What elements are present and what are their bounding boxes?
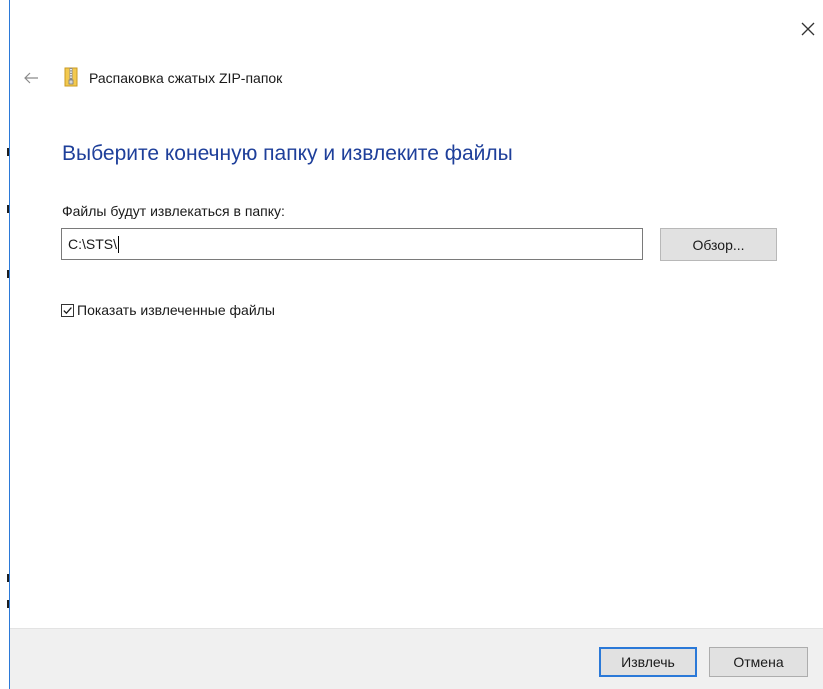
main-instruction: Выберите конечную папку и извлеките файл… [62,142,513,165]
close-icon [801,22,815,36]
back-button[interactable] [22,70,42,86]
dialog-footer [10,628,823,689]
extract-zip-dialog: Распаковка сжатых ZIP-папок Выберите кон… [0,0,823,689]
extract-button[interactable]: Извлечь [599,647,697,677]
close-button[interactable] [796,17,820,41]
cancel-button[interactable]: Отмена [709,647,808,677]
window-left-edge [9,0,10,689]
text-caret [118,235,120,253]
destination-label: Файлы будут извлекаться в папку: [62,203,285,219]
zip-folder-icon [64,67,78,87]
destination-path-input[interactable]: C:\STS\ [61,228,643,260]
show-extracted-files-checkbox[interactable] [61,303,74,317]
checkmark-icon [63,306,72,314]
destination-path-value: C:\STS\ [68,236,118,252]
back-arrow-icon [24,72,38,84]
show-extracted-files-option[interactable]: Показать извлеченные файлы [61,301,275,319]
window-title: Распаковка сжатых ZIP-папок [89,70,283,86]
show-extracted-files-label: Показать извлеченные файлы [77,302,275,318]
browse-button[interactable]: Обзор... [660,228,777,261]
